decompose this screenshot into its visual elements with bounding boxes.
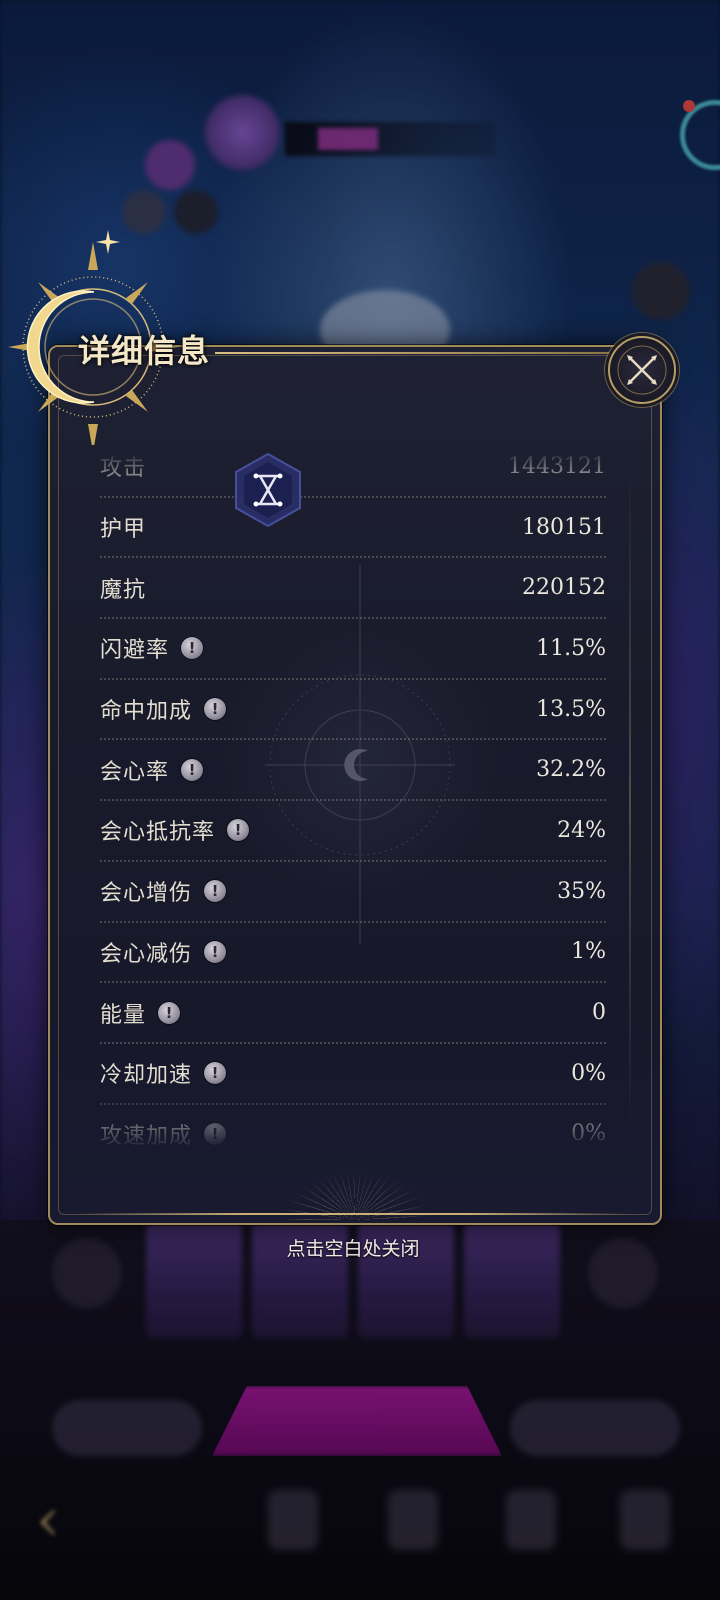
stats-list[interactable]: 攻击 1443121 护甲 180151 魔抗 220152 闪避率 ! 11.… [100,450,606,1145]
info-icon[interactable]: ! [204,698,227,721]
scroll-track [629,470,631,1130]
close-button[interactable] [608,336,676,404]
stat-row-energy: 能量 ! 0 [100,983,606,1044]
stat-label: 会心抵抗率 [100,820,216,846]
info-icon[interactable]: ! [204,940,227,963]
constellation-gem-icon [235,452,301,528]
stat-label: 护甲 [100,517,147,543]
stat-row-dodge-rate: 闪避率 ! 11.5% [100,619,606,680]
stat-value: 0 [592,1000,606,1026]
stat-row-crit-damage: 会心增伤 ! 35% [100,862,606,923]
title-divider [215,352,610,354]
stat-row-magic-resist: 魔抗 220152 [100,558,606,620]
panel-title: 详细信息 [78,332,211,370]
stat-value: 13.5% [536,696,606,722]
stat-row-crit-rate: 会心率 ! 32.2% [100,740,606,802]
stat-value: 220152 [522,575,606,601]
stat-row-hit-bonus: 命中加成 ! 13.5% [100,680,606,741]
stat-value: 32.2% [536,757,606,783]
stat-value: 180151 [522,514,606,540]
stat-label: 攻击 [100,456,147,482]
info-icon[interactable]: ! [181,637,204,660]
info-icon[interactable]: ! [204,880,227,903]
stat-label: 魔抗 [100,577,147,603]
stat-row-attack-speed: 攻速加成 ! 0% [100,1105,606,1145]
info-icon[interactable]: ! [204,1122,227,1145]
stat-label: 能量 [100,1002,147,1028]
stat-value: 1% [571,939,606,965]
stat-value: 0% [571,1121,606,1145]
stat-value: 24% [557,817,606,843]
stat-label: 命中加成 [100,699,193,725]
stat-value: 11.5% [536,635,606,661]
panel-bottom-divider [80,1213,628,1215]
stat-row-attack: 攻击 1443121 [100,450,606,498]
stat-row-cooldown-haste: 冷却加速 ! 0% [100,1044,606,1105]
info-icon[interactable]: ! [227,819,250,842]
info-icon[interactable]: ! [181,758,204,781]
stat-row-crit-resist: 会心抵抗率 ! 24% [100,801,606,862]
stat-label: 会心率 [100,759,170,785]
stat-label: 会心增伤 [100,881,193,907]
stat-row-crit-reduction: 会心减伤 ! 1% [100,923,606,984]
tap-to-close-hint: 点击空白处关闭 [286,1238,420,1260]
info-icon[interactable]: ! [204,1062,227,1085]
stat-value: 1443121 [508,453,606,479]
stat-label: 闪避率 [100,638,170,664]
close-x-icon [617,345,667,395]
stat-label: 冷却加速 [100,1063,193,1089]
stat-row-armor: 护甲 180151 [100,498,606,559]
stat-value: 35% [557,878,606,904]
stat-label: 攻速加成 [100,1123,193,1145]
stat-value: 0% [571,1060,606,1086]
stat-label: 会心减伤 [100,941,193,967]
info-icon[interactable]: ! [158,1001,181,1024]
